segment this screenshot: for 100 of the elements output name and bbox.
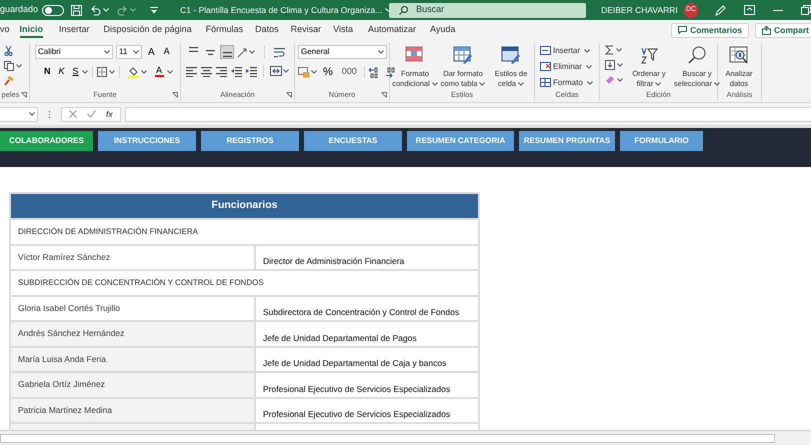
font-color-button[interactable]: A [152,65,166,79]
merge-cells-icon[interactable] [270,66,282,76]
drag-handle-icon[interactable] [48,110,51,118]
undo-icon[interactable] [90,4,102,16]
dialog-launcher-icon[interactable] [286,92,292,98]
borders-icon[interactable] [96,67,107,77]
caret-icon[interactable] [104,50,110,54]
share-icon[interactable] [762,26,772,34]
caret-icon[interactable] [166,70,173,74]
bottom-align-button[interactable] [220,45,234,59]
ribbon-tab[interactable]: Inicio [20,20,44,40]
ribbon-tab[interactable]: Ayuda [430,20,456,40]
name-cell: Gabriela Ortíz Jiménez [11,373,256,396]
confirm-icon[interactable] [87,110,96,118]
shrink-font-button[interactable]: A [160,45,173,59]
name-cell: María Luisa Anda Feria [11,348,256,371]
redo-icon[interactable] [117,4,128,16]
ribbon-tab[interactable]: Datos [255,20,279,40]
decrease-indent-icon[interactable] [231,66,242,76]
position-cell-text: Profesional Ejecutivo de Servicios Especializados [262,408,452,422]
position-cell-text: Jefe de Unidad Departamental de Pagos [262,332,418,345]
caret-icon[interactable] [140,70,147,74]
top-align-icon [188,47,198,52]
align-right-icon[interactable] [216,66,227,76]
caret-icon[interactable] [378,50,384,54]
caret-icon[interactable] [616,48,622,52]
align-left-icon[interactable] [186,66,197,76]
caret-icon[interactable] [311,70,317,74]
caret-icon [586,64,592,68]
caret-icon[interactable] [108,70,115,74]
format-painter-icon[interactable] [4,76,14,86]
restore-icon[interactable] [801,5,811,15]
align-center-icon[interactable] [201,66,212,76]
insert-function-button[interactable]: fx [106,108,113,120]
caret-icon [714,82,720,86]
cancel-icon[interactable] [69,110,77,118]
font-name-field[interactable]: Calibri [35,45,113,59]
decrease-decimal-icon[interactable] [384,66,396,78]
scissors-icon[interactable] [4,46,13,56]
search-field[interactable]: Buscar [389,2,586,18]
ribbon-small-button[interactable]: Eliminar [540,60,593,73]
ribbon-tab[interactable]: Vista [333,20,354,40]
ribbon-tab[interactable]: Fórmulas [206,20,244,40]
caret-icon[interactable] [82,70,88,74]
caret-icon[interactable] [283,69,289,73]
increase-indent-icon[interactable] [246,66,257,76]
copy-icon[interactable] [4,61,14,71]
pen-icon[interactable] [715,4,726,16]
comments-button[interactable]: Comentarios [671,22,750,38]
caret-icon[interactable] [249,50,255,54]
table-format-icon [453,46,473,65]
caret-icon [586,80,593,84]
table-title: Funcionarios [11,194,478,218]
caret-icon[interactable] [16,64,22,68]
dialog-launcher-icon[interactable] [381,92,387,98]
ribbon-tab[interactable]: vo [0,20,10,40]
autosave-toggle[interactable] [42,4,64,16]
search-icon [687,46,707,65]
formula-input[interactable] [124,106,811,122]
save-icon[interactable] [71,4,82,16]
font-size-field[interactable]: 11 [116,45,142,59]
accounting-format-icon[interactable] [298,66,310,78]
ribbon-tab[interactable]: Automatizar [368,20,416,40]
number-format-field[interactable]: General [298,45,387,59]
dialog-launcher-icon[interactable] [21,92,27,98]
caret-icon[interactable] [29,112,35,116]
ribbon-tab[interactable]: Insertar [59,20,90,40]
analyze-data-icon [729,46,749,65]
customize-icon[interactable] [150,6,158,14]
italic-button[interactable]: K [56,65,68,79]
ribbon-small-button[interactable]: Insertar [540,44,593,57]
user-name: DEIBER CHAVARRI [601,4,678,16]
ribbon-display-icon[interactable] [744,5,755,15]
ribbon-small-button[interactable]: Formato [540,76,593,89]
search-icon[interactable] [399,6,408,14]
grow-font-button[interactable]: A [145,45,158,59]
wrap-text-icon[interactable] [274,46,285,58]
position-cell-text: Subdirectora de Concentración y Control de Fondos [262,306,460,320]
percent-button[interactable]: % [320,65,336,79]
caret-icon[interactable] [617,63,623,67]
sum-icon[interactable] [605,45,614,55]
caret-icon[interactable] [617,78,623,82]
orientation-icon[interactable] [237,46,248,58]
underline-button[interactable]: S [70,65,82,79]
dialog-launcher-icon[interactable] [172,92,178,98]
bottom-align-icon [222,52,232,57]
bold-button[interactable]: N [41,65,54,79]
position-cell-text: Profesional Ejecutivo de Servicios Especializados [262,382,452,396]
fill-down-icon[interactable] [605,60,615,70]
ribbon-tab[interactable]: Disposición de página [104,20,192,40]
ribbon-tab[interactable]: Revisar [290,20,322,40]
caret-icon[interactable] [133,50,139,54]
share-button[interactable]: Compart [755,22,811,38]
caret-icon [479,82,486,86]
section-cell: SUBDIRECCIÓN DE CONCENTRACIÓN Y CONTROL DE FONDOS [11,269,478,294]
fill-color-icon[interactable] [128,66,139,78]
horizontal-scrollbar[interactable] [0,434,775,442]
comment-icon[interactable] [678,26,688,34]
middle-align-icon [206,50,214,54]
thousands-button[interactable]: 000 [338,65,360,79]
